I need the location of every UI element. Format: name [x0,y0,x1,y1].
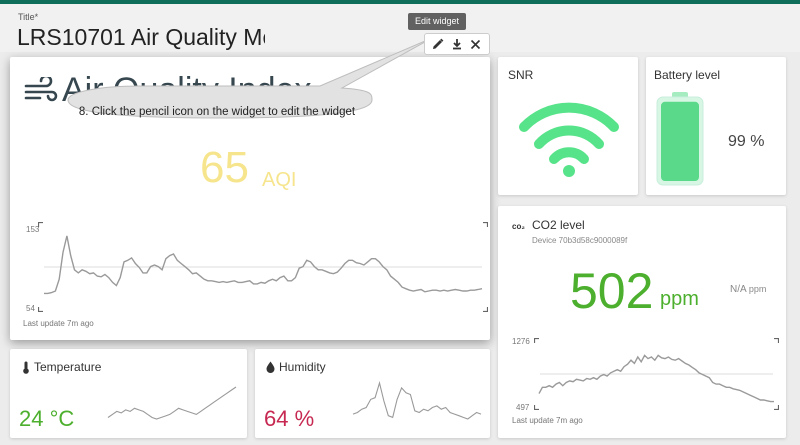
humidity-widget[interactable]: Humidity 64 % [255,349,490,438]
dashboard-header: Title* LRS10701 Air Quality Monitor [0,4,800,52]
co2-axis-max: 1276 [512,337,530,346]
chart-corner-marker [774,338,779,343]
thermometer-icon [23,361,29,374]
aqi-value: 65 [200,143,249,192]
co2-unit: ppm [660,288,699,310]
chart-corner-marker [38,222,43,227]
aqi-axis-min: 54 [26,304,35,313]
aqi-unit: AQI [262,169,297,191]
chart-corner-marker [534,338,539,343]
co2-secondary-value: N/A ppm [730,284,766,295]
battery-fill [661,101,699,181]
co2-na-unit: ppm [748,284,767,294]
chart-corner-marker [774,405,779,410]
co2-na-value: N/A [730,284,747,295]
co2-last-update: Last update 7m ago [512,416,583,425]
widget-toolbar [424,33,490,55]
co2-chart [534,338,779,410]
battery-icon [656,92,704,186]
close-icon[interactable] [468,36,484,52]
chart-corner-marker [534,405,539,410]
co2-device-id: Device 70b3d58c9000089f [532,236,628,245]
aqi-chart [38,222,488,312]
wind-icon [24,77,58,102]
chart-corner-marker [483,307,488,312]
pencil-icon[interactable] [430,36,446,52]
co2-value: 502 [570,263,654,319]
aqi-last-update: Last update 7m ago [23,319,94,328]
title-field-label: Title* [18,12,39,22]
chart-series-line [107,386,237,420]
chart-corner-marker [483,222,488,227]
temperature-widget[interactable]: Temperature 24 °C [10,349,247,438]
download-icon[interactable] [449,36,465,52]
co2-title: CO2 level [532,218,585,232]
chart-series-line [538,354,774,403]
humidity-value: 64 % [264,406,315,431]
temperature-value: 24 °C [19,406,75,431]
snr-widget[interactable]: SNR [498,57,638,195]
co2-icon: co₂ [512,222,525,231]
edit-widget-tooltip: Edit widget [408,13,467,30]
temperature-title: Temperature [34,360,102,374]
temperature-sparkline [107,386,237,420]
chart-series-line [44,235,483,295]
wifi-signal-icon [519,102,619,177]
battery-value: 99 % [728,133,765,150]
battery-title: Battery level [654,68,721,82]
chart-series-line [352,381,482,420]
snr-title: SNR [508,68,534,82]
co2-axis-min: 497 [516,403,530,412]
battery-widget[interactable]: Battery level 99 % [646,57,786,195]
title-field[interactable]: LRS10701 Air Quality Monitor [17,24,265,51]
chart-corner-marker [38,307,43,312]
aqi-title: Air Quality Index [62,71,312,109]
callout-text: 8. Click the pencil icon on the widget t… [78,106,356,118]
aqi-widget[interactable]: Air Quality Index 65 AQI 153 54 Last upd… [10,57,490,340]
co2-widget[interactable]: co₂ CO2 level Device 70b3d58c9000089f 50… [498,206,786,438]
humidity-sparkline [352,381,482,420]
droplet-icon [266,361,275,373]
humidity-title: Humidity [279,360,326,374]
